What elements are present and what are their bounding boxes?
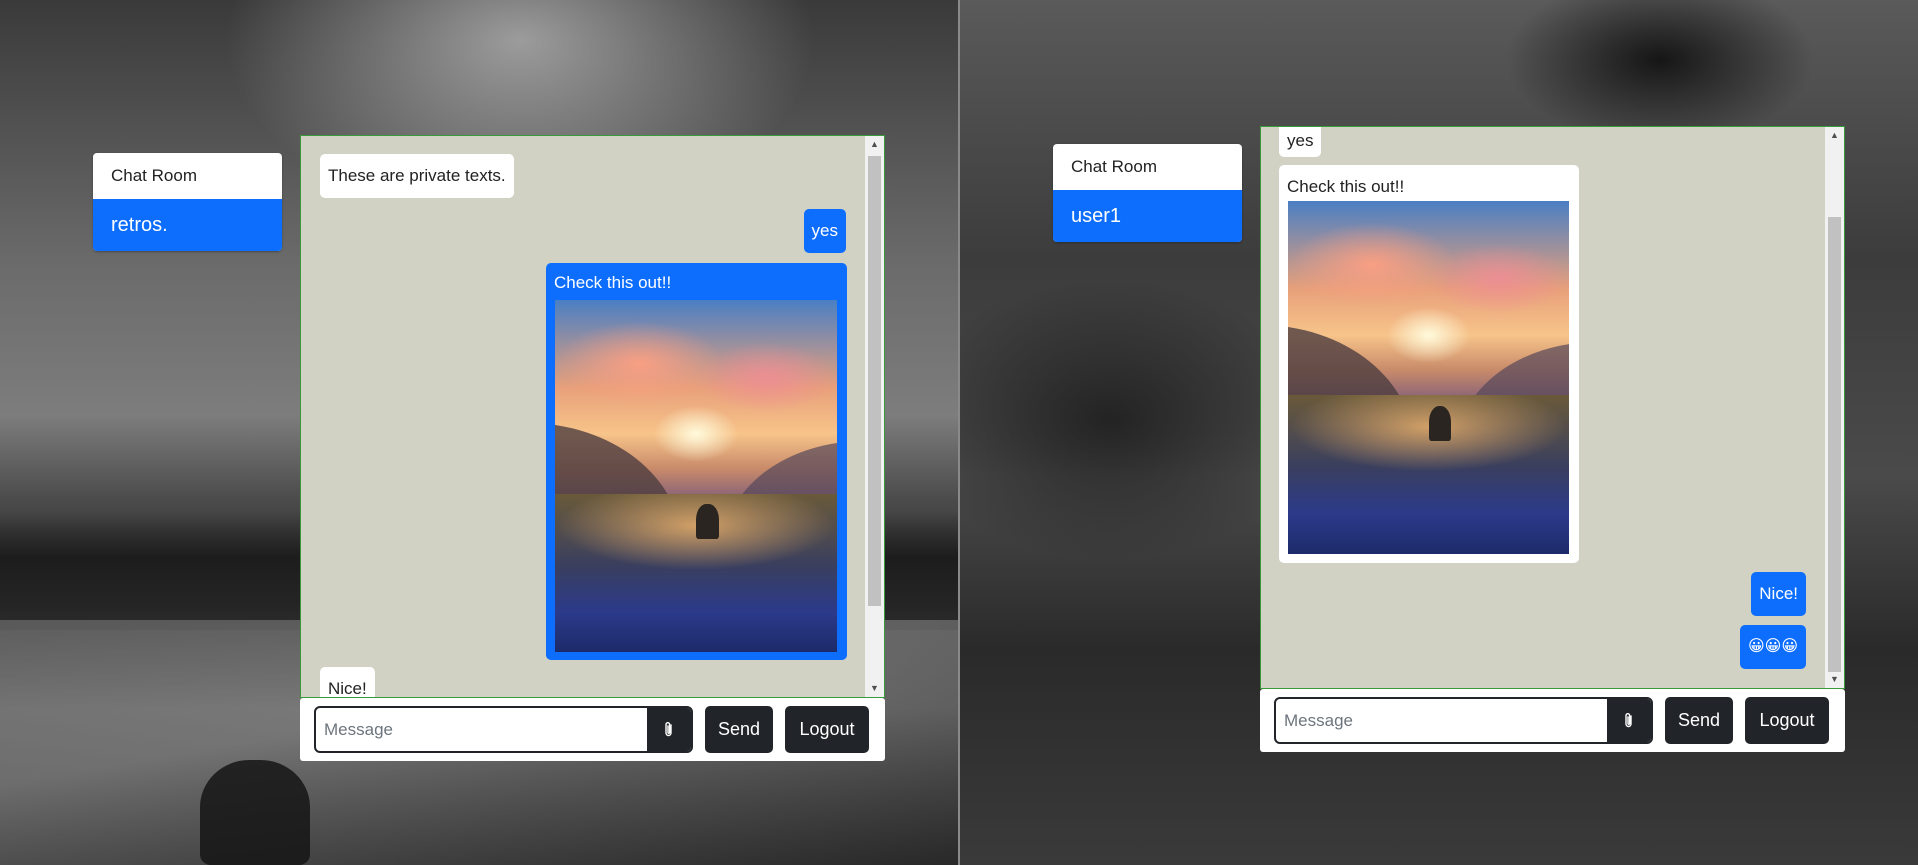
message-text: Nice! xyxy=(1759,584,1798,603)
paperclip-icon xyxy=(1625,712,1632,727)
right-window: Chat Room user1 yes Check this out!! Nic… xyxy=(960,0,1918,865)
shared-image[interactable] xyxy=(1288,201,1569,554)
arrow-down-icon[interactable]: ▼ xyxy=(1825,671,1844,688)
scrollbar[interactable]: ▲ ▼ xyxy=(1825,127,1844,688)
room-card: Chat Room user1 xyxy=(1053,144,1242,242)
send-button[interactable]: Send xyxy=(1665,697,1733,744)
send-button[interactable]: Send xyxy=(705,706,773,753)
message-input[interactable] xyxy=(1276,699,1607,742)
scrollbar-thumb[interactable] xyxy=(1828,217,1841,672)
attach-button[interactable] xyxy=(1607,699,1651,742)
message-text: These are private texts. xyxy=(328,166,506,185)
arrow-up-icon[interactable]: ▲ xyxy=(1825,127,1844,144)
room-header: Chat Room xyxy=(111,166,197,185)
message-bubble: These are private texts. xyxy=(320,154,514,198)
room-header: Chat Room xyxy=(1071,157,1157,176)
message-input[interactable] xyxy=(316,708,647,751)
message-text: 😀😀😀 xyxy=(1747,638,1798,655)
message-bubble: 😀😀😀 xyxy=(1739,625,1806,669)
message-text: yes xyxy=(1287,131,1314,150)
message-input-group xyxy=(1274,697,1653,744)
message-bubble: yes xyxy=(803,209,846,253)
message-text: Nice! xyxy=(328,679,367,698)
composer-bar: Send Logout xyxy=(1260,689,1845,752)
room-card: Chat Room retros. xyxy=(93,153,282,251)
message-bubble-image: Check this out!! xyxy=(1279,165,1579,563)
arrow-up-icon[interactable]: ▲ xyxy=(865,136,884,153)
room-user[interactable]: retros. xyxy=(93,199,282,251)
composer-bar: Send Logout xyxy=(300,698,885,761)
chat-messages[interactable]: These are private texts. yes Check this … xyxy=(300,135,885,698)
background-people-silhouette xyxy=(200,760,310,865)
left-window: Chat Room retros. These are private text… xyxy=(0,0,958,865)
message-bubble: Nice! xyxy=(320,667,375,698)
paperclip-icon xyxy=(665,721,672,736)
scrollbar-thumb[interactable] xyxy=(868,156,881,606)
shared-image[interactable] xyxy=(555,300,837,652)
message-input-group xyxy=(314,706,693,753)
room-user[interactable]: user1 xyxy=(1053,190,1242,242)
logout-button[interactable]: Logout xyxy=(1745,697,1829,744)
message-bubble-image: Check this out!! xyxy=(546,263,847,660)
message-text: Check this out!! xyxy=(554,273,672,292)
scrollbar[interactable]: ▲ ▼ xyxy=(865,136,884,697)
attach-button[interactable] xyxy=(647,708,691,751)
message-bubble: Nice! xyxy=(1751,572,1806,616)
logout-button[interactable]: Logout xyxy=(785,706,869,753)
chat-messages[interactable]: yes Check this out!! Nice! 😀😀😀 ▲ ▼ xyxy=(1260,126,1845,689)
arrow-down-icon[interactable]: ▼ xyxy=(865,680,884,697)
message-bubble: yes xyxy=(1279,127,1322,157)
message-text: yes xyxy=(811,221,838,240)
